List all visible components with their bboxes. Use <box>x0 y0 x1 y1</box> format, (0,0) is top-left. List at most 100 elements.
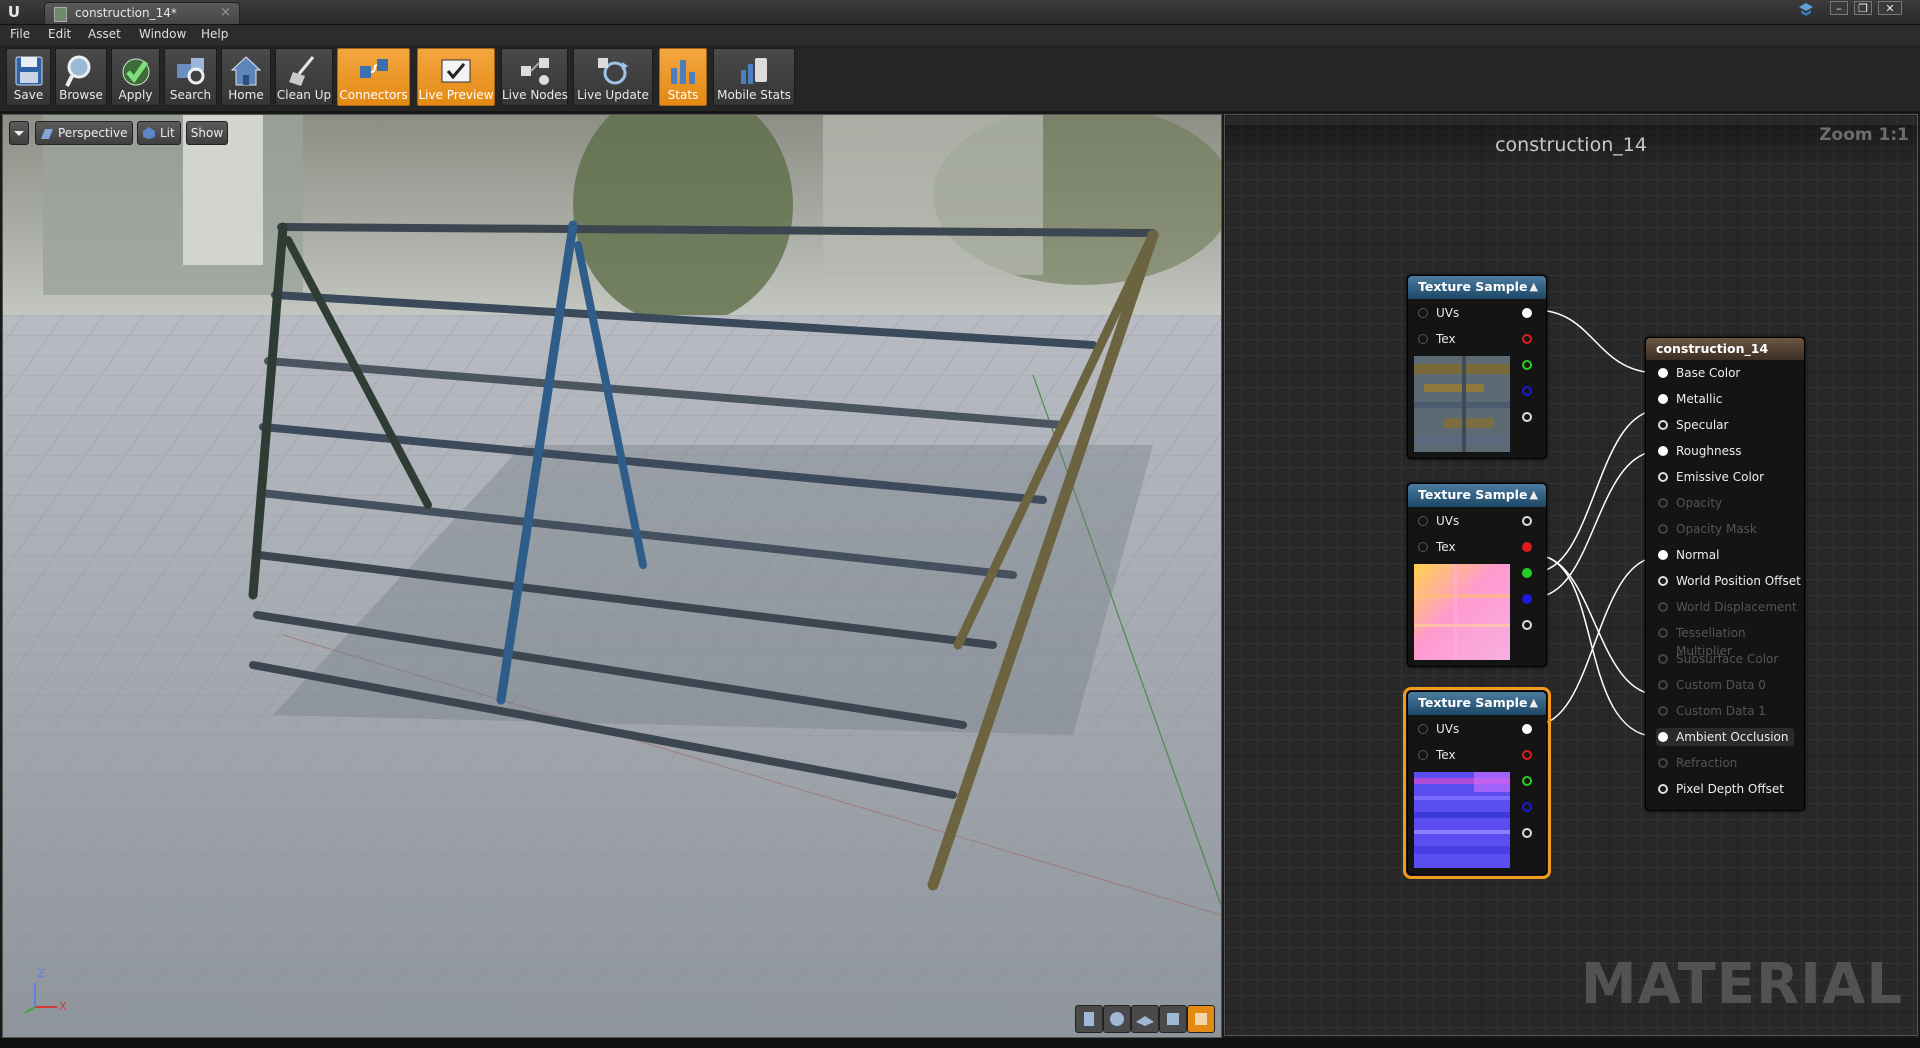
live-update-icon <box>598 58 628 85</box>
menu-window[interactable]: Window <box>139 27 186 41</box>
pixel-depth-offset-pin[interactable]: Pixel Depth Offset <box>1656 780 1784 798</box>
search-button[interactable]: Search <box>164 48 217 106</box>
preview-viewport[interactable]: Perspective Lit Show Z X <box>2 114 1222 1038</box>
viewport-options-button[interactable] <box>9 121 29 145</box>
red-output-pin[interactable] <box>1522 542 1532 552</box>
clean-up-button[interactable]: Clean Up <box>275 48 333 106</box>
input-pin-icon[interactable] <box>1658 394 1668 404</box>
perspective-icon <box>41 129 53 139</box>
close-tab-icon[interactable]: × <box>220 5 231 20</box>
alpha-output-pin[interactable] <box>1522 828 1532 838</box>
tex-input[interactable]: Tex <box>1418 330 1456 348</box>
document-tab-label: construction_14* <box>75 6 177 20</box>
input-pin-icon[interactable] <box>1658 472 1668 482</box>
texture-sample-node-1[interactable]: Texture Sample ▲ UVs Tex <box>1407 275 1547 459</box>
input-pin-icon[interactable] <box>1658 784 1668 794</box>
unreal-logo-icon[interactable]: U <box>4 2 24 22</box>
custom-data-0-pin: Custom Data 0 <box>1656 676 1766 694</box>
input-pin-icon[interactable] <box>1658 368 1668 378</box>
material-graph[interactable]: construction_14 Zoom 1:1 Texture Sample ▲… <box>1224 114 1918 1036</box>
tex-input[interactable]: Tex <box>1418 538 1456 556</box>
alpha-output-pin[interactable] <box>1522 412 1532 422</box>
lit-icon <box>143 127 155 139</box>
menu-edit[interactable]: Edit <box>48 27 71 41</box>
collapse-icon[interactable]: ▲ <box>1530 276 1538 298</box>
live-update-button[interactable]: Live Update <box>573 48 653 106</box>
blue-output-pin[interactable] <box>1522 386 1532 396</box>
live-preview-button[interactable]: Live Preview <box>417 48 495 106</box>
input-pin-icon[interactable] <box>1658 576 1668 586</box>
input-pin-icon[interactable] <box>1418 308 1428 318</box>
menu-asset[interactable]: Asset <box>88 27 121 41</box>
input-pin-icon[interactable] <box>1418 516 1428 526</box>
clean-up-icon <box>289 56 315 86</box>
apply-button[interactable]: Apply <box>111 48 160 106</box>
notification-icon[interactable] <box>1798 3 1814 17</box>
metallic-pin[interactable]: Metallic <box>1656 390 1722 408</box>
restore-button[interactable]: ❐ <box>1854 1 1872 15</box>
menu-file[interactable]: File <box>10 27 30 41</box>
live-nodes-button[interactable]: Live Nodes <box>501 48 568 106</box>
alpha-output-pin[interactable] <box>1522 620 1532 630</box>
custom-mesh-icon[interactable] <box>1187 1005 1215 1033</box>
cylinder-icon[interactable] <box>1075 1005 1103 1033</box>
input-pin-icon[interactable] <box>1658 732 1668 742</box>
blue-output-pin[interactable] <box>1522 594 1532 604</box>
uvs-input[interactable]: UVs <box>1418 720 1459 738</box>
tex-input[interactable]: Tex <box>1418 746 1456 764</box>
texture-sample-node-3[interactable]: Texture Sample ▲ UVs Tex <box>1403 687 1551 879</box>
red-output-pin[interactable] <box>1522 750 1532 760</box>
green-output-pin[interactable] <box>1522 568 1532 578</box>
rgb-output-pin[interactable] <box>1522 724 1532 734</box>
home-button[interactable]: Home <box>221 48 271 106</box>
menu-help[interactable]: Help <box>201 27 228 41</box>
specular-pin[interactable]: Specular <box>1656 416 1728 434</box>
browse-button[interactable]: Browse <box>55 48 107 106</box>
roughness-pin[interactable]: Roughness <box>1656 442 1741 460</box>
stats-button[interactable]: Stats <box>659 48 707 106</box>
mobile-stats-button[interactable]: Mobile Stats <box>713 48 795 106</box>
green-output-pin[interactable] <box>1522 776 1532 786</box>
plane-icon[interactable] <box>1131 1005 1159 1033</box>
collapse-icon[interactable]: ▲ <box>1530 484 1538 506</box>
input-pin-icon[interactable] <box>1418 724 1428 734</box>
lit-button[interactable]: Lit <box>137 121 181 145</box>
document-tab[interactable]: construction_14* × <box>44 2 240 24</box>
node-header: Texture Sample ▲ <box>1408 692 1546 715</box>
connectors-button[interactable]: Connectors <box>337 48 410 106</box>
opacity-mask-pin: Opacity Mask <box>1656 520 1757 538</box>
input-pin-icon[interactable] <box>1418 750 1428 760</box>
ambient-occlusion-pin[interactable]: Ambient Occlusion <box>1656 728 1795 746</box>
input-pin-icon[interactable] <box>1658 550 1668 560</box>
show-button[interactable]: Show <box>186 121 228 145</box>
uvs-input[interactable]: UVs <box>1418 304 1459 322</box>
perspective-button[interactable]: Perspective <box>35 121 133 145</box>
normal-pin[interactable]: Normal <box>1656 546 1719 564</box>
input-pin-icon[interactable] <box>1658 420 1668 430</box>
minimize-button[interactable]: – <box>1830 1 1848 15</box>
rgb-output-pin[interactable] <box>1522 308 1532 318</box>
blue-output-pin[interactable] <box>1522 802 1532 812</box>
input-pin-icon[interactable] <box>1418 542 1428 552</box>
close-window-button[interactable]: ✕ <box>1878 1 1902 15</box>
sphere-icon[interactable] <box>1103 1005 1131 1033</box>
base-color-texture-thumbnail <box>1414 356 1510 452</box>
cube-icon[interactable] <box>1159 1005 1187 1033</box>
uvs-input[interactable]: UVs <box>1418 512 1459 530</box>
show-label: Show <box>190 126 224 140</box>
green-output-pin[interactable] <box>1522 360 1532 370</box>
material-result-node[interactable]: construction_14 Base Color Metallic Spec… <box>1645 337 1805 811</box>
collapse-icon[interactable]: ▲ <box>1530 692 1538 714</box>
red-output-pin[interactable] <box>1522 334 1532 344</box>
preview-mesh-toolbar <box>1075 1005 1215 1033</box>
input-pin-icon[interactable] <box>1418 334 1428 344</box>
input-pin-icon[interactable] <box>1658 446 1668 456</box>
toolbar: Save Browse Apply Search Home Clean Up C… <box>0 45 1920 113</box>
input-pin-icon <box>1658 706 1668 716</box>
base-color-pin[interactable]: Base Color <box>1656 364 1740 382</box>
save-button[interactable]: Save <box>6 48 51 106</box>
rgb-output-pin[interactable] <box>1522 516 1532 526</box>
texture-sample-node-2[interactable]: Texture Sample ▲ UVs Tex <box>1407 483 1547 667</box>
world-position-offset-pin[interactable]: World Position Offset <box>1656 572 1801 590</box>
emissive-color-pin[interactable]: Emissive Color <box>1656 468 1764 486</box>
